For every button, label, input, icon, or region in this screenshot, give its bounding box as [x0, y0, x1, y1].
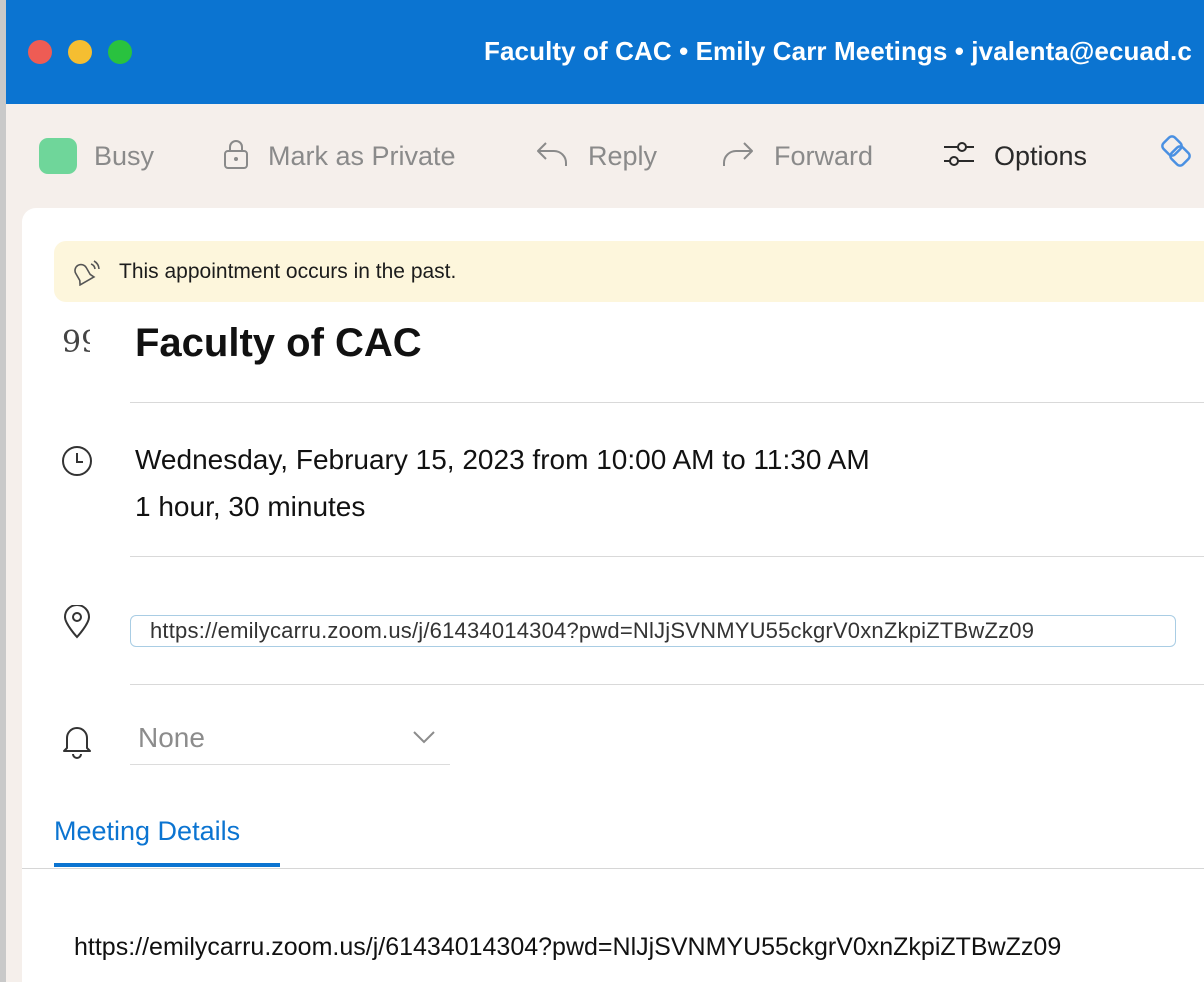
past-appointment-banner: This appointment occurs in the past.	[54, 241, 1204, 302]
reminder-value: None	[138, 722, 205, 753]
divider	[130, 684, 1204, 685]
mark-as-private-label: Mark as Private	[268, 140, 456, 171]
divider	[130, 402, 1204, 403]
tab-meeting-details[interactable]: Meeting Details	[54, 816, 240, 847]
add-in-button[interactable]	[1154, 134, 1198, 174]
location-link[interactable]: https://emilycarru.zoom.us/j/61434014304…	[150, 618, 1034, 644]
zoom-window-button[interactable]	[108, 40, 132, 64]
forward-label: Forward	[774, 140, 874, 171]
location-field[interactable]: https://emilycarru.zoom.us/j/61434014304…	[130, 615, 1176, 647]
lock-icon	[222, 138, 250, 175]
add-in-diamond-icon	[1154, 134, 1198, 179]
subject-quote-icon: 99	[60, 325, 100, 363]
tab-divider	[22, 868, 1204, 869]
chevron-down-icon	[412, 730, 436, 749]
meeting-body-link[interactable]: https://emilycarru.zoom.us/j/61434014304…	[74, 933, 1061, 962]
mark-as-private-button[interactable]: Mark as Private	[222, 138, 456, 174]
toolbar: Busy Mark as Private Reply Forward Optio…	[6, 104, 1204, 208]
event-subject[interactable]: Faculty of CAC	[135, 321, 422, 366]
busy-label: Busy	[94, 140, 155, 171]
event-date-time[interactable]: Wednesday, February 15, 2023 from 10:00 …	[135, 444, 870, 476]
reply-label: Reply	[588, 140, 658, 171]
notification-bell-icon	[71, 258, 101, 291]
window-title: Faculty of CAC • Emily Carr Meetings • j…	[484, 36, 1192, 66]
busy-status-swatch	[39, 138, 77, 174]
busy-status-button[interactable]: Busy	[39, 138, 154, 174]
event-details-card: This appointment occurs in the past. 99 …	[22, 208, 1204, 982]
sliders-icon	[942, 139, 976, 174]
forward-button[interactable]: Forward	[720, 138, 873, 174]
event-window: Faculty of CAC • Emily Carr Meetings • j…	[6, 0, 1204, 982]
tab-active-indicator	[54, 863, 280, 867]
event-duration: 1 hour, 30 minutes	[135, 491, 366, 522]
banner-text: This appointment occurs in the past.	[119, 260, 457, 283]
reminder-dropdown[interactable]: None	[130, 718, 450, 765]
options-button[interactable]: Options	[942, 138, 1087, 174]
divider	[130, 556, 1204, 557]
reply-arrow-icon	[534, 139, 570, 174]
reply-button[interactable]: Reply	[534, 138, 657, 174]
location-pin-icon	[60, 604, 94, 644]
forward-arrow-icon	[720, 139, 756, 174]
svg-text:99: 99	[62, 328, 90, 358]
options-label: Options	[994, 140, 1088, 171]
title-bar: Faculty of CAC • Emily Carr Meetings • j…	[6, 0, 1204, 104]
clock-icon	[60, 444, 94, 483]
reminder-bell-icon	[60, 723, 94, 764]
minimize-window-button[interactable]	[68, 40, 92, 64]
close-window-button[interactable]	[28, 40, 52, 64]
